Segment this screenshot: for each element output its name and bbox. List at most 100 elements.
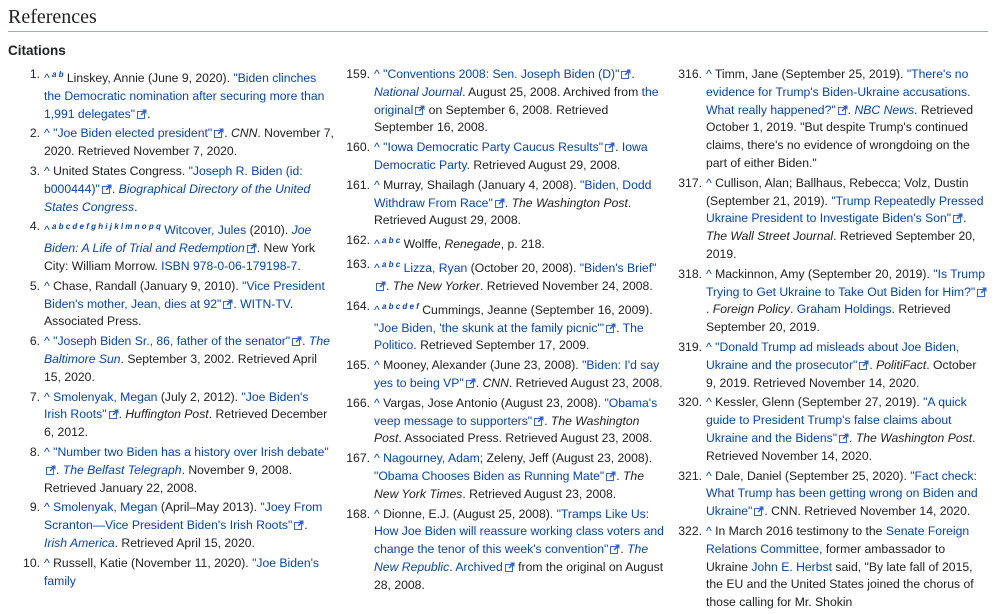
citation-number: 6. [29, 334, 40, 349]
citation-link[interactable]: ISBN 978-0-06-179198-7 [161, 259, 297, 273]
citation-text: (April–May 2013). [157, 500, 261, 515]
external-link-icon [376, 281, 386, 291]
citation-text: . Retrieved August 23, 2008. [508, 375, 663, 390]
citation-number: 162. [346, 233, 370, 248]
backlink-letters[interactable]: a b c [380, 236, 400, 245]
citation-text: . Associated Press. Retrieved August 23,… [398, 431, 653, 446]
citation-text: . [706, 302, 713, 317]
citation-number: 320. [678, 395, 702, 410]
citation-work-link[interactable]: NBC News [854, 103, 914, 117]
citation-work: Foreign Policy [712, 302, 791, 317]
external-link-icon [494, 198, 505, 208]
citation-number: 318. [678, 266, 702, 281]
citation-text: . [504, 195, 512, 210]
citation-item: 4. ^ a b c d e f g h i j k l m n o p q Wi… [30, 218, 334, 275]
citation-item: 6. ^ "Joseph Biden Sr., 86, father of the… [30, 333, 334, 386]
external-link-icon [504, 562, 515, 572]
citation-item: 8. ^ "Number two Biden has a history over… [30, 444, 334, 497]
citation-text: ; Zeleny, Jeff (August 23, 2008). [479, 451, 653, 466]
backlink-caret[interactable]: ^ [44, 334, 50, 348]
backlink-caret[interactable]: ^ [44, 126, 50, 140]
citation-text: . [963, 211, 967, 226]
citation-link[interactable]: Graham Holdings [797, 302, 892, 316]
citation-work: CNN [230, 126, 258, 141]
citation-number: 3. [29, 164, 40, 179]
citation-number: 165. [346, 358, 370, 373]
backlink-caret[interactable]: ^ [44, 445, 50, 459]
citation-text: . [615, 140, 622, 155]
backlink-caret[interactable]: ^ [44, 390, 50, 404]
citation-item: 3. ^ United States Congress. "Joseph R. B… [30, 163, 334, 216]
citation-link[interactable]: Lizza, Ryan [404, 261, 468, 275]
citation-number: 10. [23, 555, 40, 570]
citation-link[interactable]: Smolenyak, Megan [53, 390, 157, 404]
citation-work: PolitiFact [876, 357, 927, 372]
citation-link[interactable]: "Number two Biden has a history over Iri… [53, 445, 329, 459]
backlink-letters[interactable]: a b [50, 70, 64, 79]
citation-number: 7. [29, 389, 40, 404]
backlink-letters[interactable]: a b c d e f [380, 302, 419, 311]
backlink-caret[interactable]: ^ [706, 340, 712, 354]
citation-text: , p. 218. [500, 237, 545, 252]
citation-link[interactable]: "Conventions 2008: Sen. Joseph Biden (D)… [383, 67, 619, 81]
backlink-letters[interactable]: a b c d e f g h i j k l m n o p q [50, 222, 161, 231]
citation-link[interactable]: Archived [455, 560, 502, 574]
external-link-icon [606, 471, 616, 481]
citation-item: 321. ^ Dale, Daniel (September 25, 2020).… [678, 468, 988, 521]
citation-link[interactable]: Smolenyak, Megan [53, 500, 157, 514]
citation-link[interactable]: John E. Herbst [751, 560, 832, 574]
citation-work-link[interactable]: Irish America [44, 536, 115, 550]
citations-column-2: 159. ^ "Conventions 2008: Sen. Joseph Bid… [346, 66, 664, 597]
external-link-icon [953, 213, 963, 224]
citation-link[interactable]: "Joseph Biden Sr., 86, father of the sen… [53, 334, 290, 348]
backlink-caret[interactable]: ^ [374, 67, 380, 81]
citation-number: 319. [678, 339, 702, 354]
citation-link[interactable]: "Joe Biden, 'the skunk at the family pic… [374, 321, 604, 335]
citation-item: 318. ^ Mackinnon, Amy (September 20, 2019… [678, 266, 988, 337]
citation-text: . CNN. Retrieved November 14, 2020. [764, 504, 971, 519]
citation-text: . [386, 278, 393, 293]
citations-column-1: 1. ^ a b Linskey, Annie (June 9, 2020). "… [23, 66, 334, 592]
external-link-icon [137, 109, 147, 119]
citation-text: In March 2016 testimony to the [711, 523, 886, 538]
citation-work-link[interactable]: National Journal [374, 85, 462, 99]
citation-text: . [616, 468, 623, 483]
citation-item: 162. ^ a b c Wolffe, Renegade, p. 218. [346, 232, 664, 254]
citation-item: 1. ^ a b Linskey, Annie (June 9, 2020). "… [30, 66, 334, 123]
citation-text: (2010). [246, 223, 292, 238]
citation-link[interactable]: Witcover, Jules [164, 224, 246, 238]
citation-link[interactable]: "Biden's Brief" [580, 261, 657, 275]
citation-number: 159. [346, 67, 370, 81]
external-link-icon [108, 409, 119, 420]
citation-item: 9. ^ Smolenyak, Megan (April–May 2013). "… [30, 499, 334, 552]
citation-work: The New Yorker [392, 278, 480, 293]
citation-number: 5. [29, 278, 40, 293]
citation-link[interactable]: WITN-TV [240, 297, 290, 311]
backlink-caret[interactable]: ^ [374, 451, 380, 465]
citation-work-link[interactable]: The Belfast Telegraph [63, 463, 182, 477]
external-link-icon [246, 243, 257, 254]
citation-item: 161. ^ Murray, Shailagh (January 4, 2008)… [346, 177, 664, 230]
citation-work: Huffington Post [125, 407, 209, 422]
citation-item: 2. ^ "Joe Biden elected president". CNN. … [30, 125, 334, 161]
citation-text: . [297, 259, 301, 274]
citation-link[interactable]: "Obama Chooses Biden as Running Mate" [374, 469, 604, 483]
page-heading: References [8, 4, 988, 32]
citation-text: Russell, Katie (November 11, 2020). [49, 555, 253, 570]
citation-link[interactable]: "Joe Biden elected president" [53, 126, 212, 140]
citation-link[interactable]: Nagourney, Adam [383, 451, 480, 465]
external-link-icon [465, 378, 476, 388]
citation-item: 163. ^ a b c Lizza, Ryan (October 20, 200… [346, 256, 664, 296]
external-link-icon [46, 465, 56, 475]
citation-number: 1. [29, 67, 40, 81]
external-link-icon [837, 105, 848, 115]
external-link-icon [292, 336, 302, 347]
citation-text: United States Congress. [49, 164, 189, 179]
backlink-caret[interactable]: ^ [374, 140, 380, 154]
backlink-letters[interactable]: a b c [380, 260, 400, 269]
external-link-icon [101, 184, 112, 194]
external-link-icon [754, 506, 764, 517]
citation-link[interactable]: "Iowa Democratic Party Caucus Results" [383, 140, 603, 154]
external-link-icon [223, 299, 233, 309]
backlink-caret[interactable]: ^ [44, 500, 50, 514]
